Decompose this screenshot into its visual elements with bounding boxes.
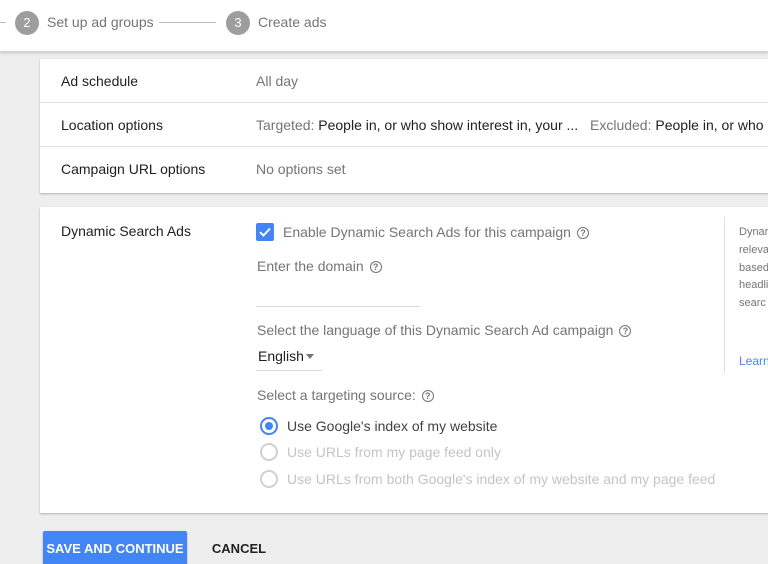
radio-both-sources[interactable] <box>260 470 278 488</box>
targeting-source-text: Select a targeting source: <box>257 387 416 403</box>
dropdown-arrow-icon <box>306 354 314 359</box>
domain-input[interactable] <box>256 289 420 307</box>
dsa-info-panel: Dynar relevant based headli custo searc … <box>724 217 768 373</box>
location-targeted: Targeted: People in, or who show interes… <box>256 117 578 133</box>
language-selected-value: English <box>258 348 304 364</box>
stepper-connector <box>0 22 6 23</box>
ad-schedule-label: Ad schedule <box>61 73 139 89</box>
step-2-number[interactable]: 2 <box>15 11 39 35</box>
domain-label: Enter the domain? <box>257 258 382 274</box>
excluded-prefix: Excluded: <box>590 117 652 133</box>
save-and-continue-button[interactable]: SAVE AND CONTINUE <box>43 531 187 564</box>
step-3-number[interactable]: 3 <box>226 11 250 35</box>
help-icon[interactable]: ? <box>421 390 434 402</box>
radio-page-feed-only[interactable] <box>260 443 278 461</box>
ad-schedule-row[interactable]: Ad schedule All day <box>40 59 768 103</box>
learn-more-link[interactable]: Learn <box>739 354 768 368</box>
help-icon[interactable]: ? <box>576 227 589 239</box>
dsa-section-title: Dynamic Search Ads <box>61 223 191 239</box>
radio-google-index[interactable] <box>260 417 278 435</box>
enable-dsa-label: Enable Dynamic Search Ads for this campa… <box>283 224 589 240</box>
campaign-url-options-value: No options set <box>256 161 346 177</box>
enable-dsa-checkbox[interactable] <box>256 223 274 241</box>
campaign-url-options-label: Campaign URL options <box>61 161 206 177</box>
location-excluded: Excluded: People in, or who s <box>590 117 768 133</box>
location-options-row[interactable]: Location options Targeted: People in, or… <box>40 103 768 147</box>
language-label: Select the language of this Dynamic Sear… <box>257 322 632 338</box>
radio-google-index-label[interactable]: Use Google's index of my website <box>287 418 497 434</box>
campaign-settings-card: Ad schedule All day Location options Tar… <box>40 59 768 193</box>
help-icon[interactable]: ? <box>369 261 382 273</box>
location-options-label: Location options <box>61 117 163 133</box>
targeted-prefix: Targeted: <box>256 117 315 133</box>
stepper-connector <box>159 22 216 23</box>
campaign-url-options-row[interactable]: Campaign URL options No options set <box>40 147 768 191</box>
language-dropdown[interactable]: English <box>256 347 322 371</box>
domain-label-text: Enter the domain <box>257 258 364 274</box>
dynamic-search-ads-card: Dynamic Search Ads Enable Dynamic Search… <box>40 207 768 513</box>
radio-both-sources-label[interactable]: Use URLs from both Google's index of my … <box>287 471 715 487</box>
campaign-stepper: 2 Set up ad groups 3 Create ads <box>0 0 768 52</box>
targeting-source-label: Select a targeting source:? <box>257 387 434 403</box>
dsa-info-text: Dynar relevant based headli custo searc <box>739 226 768 310</box>
radio-page-feed-only-label[interactable]: Use URLs from my page feed only <box>287 444 501 460</box>
step-3-label[interactable]: Create ads <box>258 14 326 30</box>
help-icon[interactable]: ? <box>619 325 632 337</box>
enable-dsa-text: Enable Dynamic Search Ads for this campa… <box>283 224 571 240</box>
targeted-value: People in, or who show interest in, your… <box>318 117 579 133</box>
ad-schedule-value: All day <box>256 73 299 89</box>
cancel-button[interactable]: CANCEL <box>201 531 277 564</box>
checkmark-icon <box>259 227 271 237</box>
language-label-text: Select the language of this Dynamic Sear… <box>257 322 614 338</box>
excluded-value: People in, or who s <box>655 117 768 133</box>
step-2-label[interactable]: Set up ad groups <box>47 14 154 30</box>
